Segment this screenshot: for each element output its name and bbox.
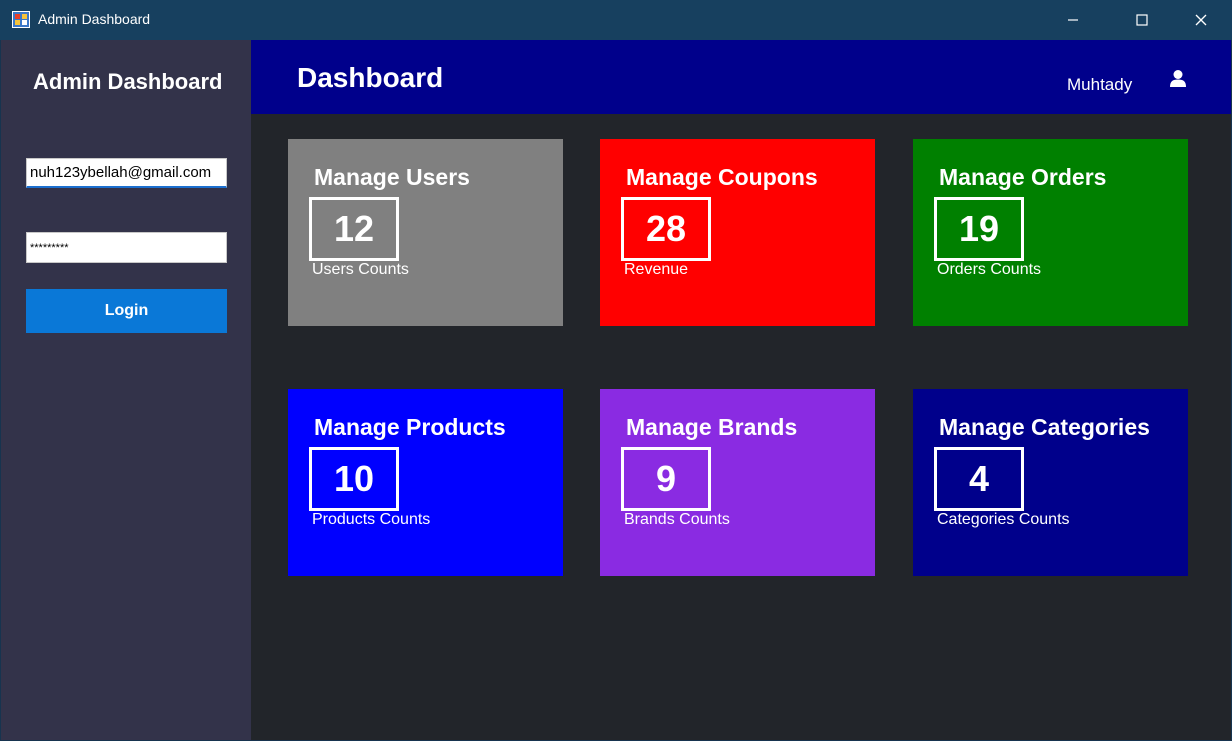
manage-users-card[interactable]: Manage Users 12 Users Counts xyxy=(288,139,563,326)
card-subtitle: Products Counts xyxy=(312,511,431,528)
window-title: Admin Dashboard xyxy=(38,11,151,27)
card-count: 12 xyxy=(309,197,399,261)
maximize-button[interactable] xyxy=(1119,0,1165,40)
manage-coupons-card[interactable]: Manage Coupons 28 Revenue xyxy=(600,139,875,326)
username-label: Muhtady xyxy=(1067,75,1133,94)
email-field[interactable] xyxy=(26,158,227,188)
card-title: Manage Orders xyxy=(939,164,1107,190)
close-button[interactable] xyxy=(1178,0,1224,40)
login-button[interactable]: Login xyxy=(26,289,227,333)
card-subtitle: Categories Counts xyxy=(937,511,1070,528)
maximize-icon xyxy=(1136,14,1148,26)
manage-categories-card[interactable]: Manage Categories 4 Categories Counts xyxy=(913,389,1188,576)
card-count: 19 xyxy=(934,197,1024,261)
close-icon xyxy=(1195,14,1207,26)
card-title: Manage Coupons xyxy=(626,164,818,190)
card-subtitle: Brands Counts xyxy=(624,511,730,528)
card-title: Manage Products xyxy=(314,414,506,440)
sidebar: Admin Dashboard Login xyxy=(1,40,251,740)
card-title: Manage Brands xyxy=(626,414,798,440)
minimize-icon xyxy=(1068,19,1078,21)
page-title: Dashboard xyxy=(297,62,444,93)
main-content: Manage Users 12 Users Counts Manage Coup… xyxy=(251,114,1231,740)
sidebar-title: Admin Dashboard xyxy=(33,69,223,94)
minimize-button[interactable] xyxy=(1050,0,1096,40)
manage-products-card[interactable]: Manage Products 10 Products Counts xyxy=(288,389,563,576)
manage-orders-card[interactable]: Manage Orders 19 Orders Counts xyxy=(913,139,1188,326)
window-title-bar[interactable]: Admin Dashboard xyxy=(0,0,1232,40)
card-count: 9 xyxy=(621,447,711,511)
card-subtitle: Revenue xyxy=(624,261,689,278)
password-field[interactable] xyxy=(26,232,227,263)
card-count: 10 xyxy=(309,447,399,511)
app-icon xyxy=(12,11,30,28)
manage-brands-card[interactable]: Manage Brands 9 Brands Counts xyxy=(600,389,875,576)
card-title: Manage Categories xyxy=(939,414,1150,440)
card-count: 4 xyxy=(934,447,1024,511)
card-title: Manage Users xyxy=(314,164,470,190)
card-count: 28 xyxy=(621,197,711,261)
card-subtitle: Users Counts xyxy=(312,261,409,278)
card-subtitle: Orders Counts xyxy=(937,261,1042,278)
header-bar: Dashboard Muhtady xyxy=(251,40,1231,114)
user-icon[interactable] xyxy=(1169,69,1187,89)
